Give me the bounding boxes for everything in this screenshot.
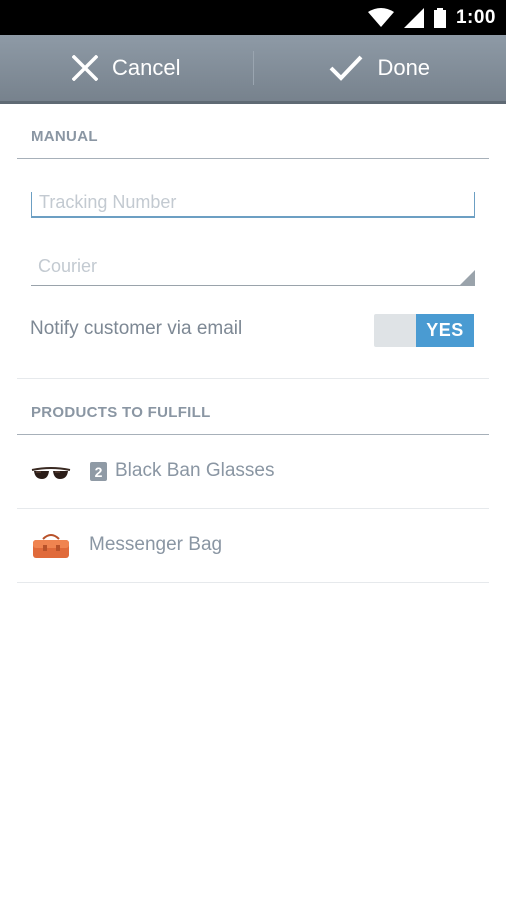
product-row[interactable]: Messenger Bag <box>17 509 489 583</box>
section-divider <box>17 378 489 379</box>
manual-heading: MANUAL <box>17 128 489 159</box>
battery-icon <box>433 7 446 28</box>
status-time: 1:00 <box>455 6 496 28</box>
done-label: Done <box>377 55 431 80</box>
product-row[interactable]: 2 Black Ban Glasses <box>17 435 489 509</box>
tracking-number-input[interactable]: Tracking Number <box>31 192 475 218</box>
notify-toggle[interactable]: YES <box>374 314 474 347</box>
cancel-label: Cancel <box>112 55 181 80</box>
wifi-icon <box>367 7 394 27</box>
quantity-badge: 2 <box>90 462 107 481</box>
dropdown-corner-icon <box>460 270 475 285</box>
check-icon <box>330 55 363 81</box>
cancel-button[interactable]: Cancel <box>0 35 253 101</box>
courier-placeholder: Courier <box>38 256 98 276</box>
products-heading: PRODUCTS TO FULFILL <box>17 404 489 435</box>
notify-toggle-on: YES <box>416 314 474 347</box>
done-button[interactable]: Done <box>254 35 506 101</box>
action-bar: Cancel Done <box>0 35 506 104</box>
close-icon <box>72 55 98 81</box>
bag-icon <box>33 534 69 558</box>
signal-icon <box>403 7 424 28</box>
tracking-number-placeholder: Tracking Number <box>39 192 177 212</box>
status-bar: 1:00 <box>0 0 506 35</box>
product-name: Black Ban Glasses <box>115 460 275 481</box>
product-name: Messenger Bag <box>89 534 223 555</box>
courier-select[interactable]: Courier <box>31 253 475 286</box>
sunglasses-icon <box>31 467 71 479</box>
